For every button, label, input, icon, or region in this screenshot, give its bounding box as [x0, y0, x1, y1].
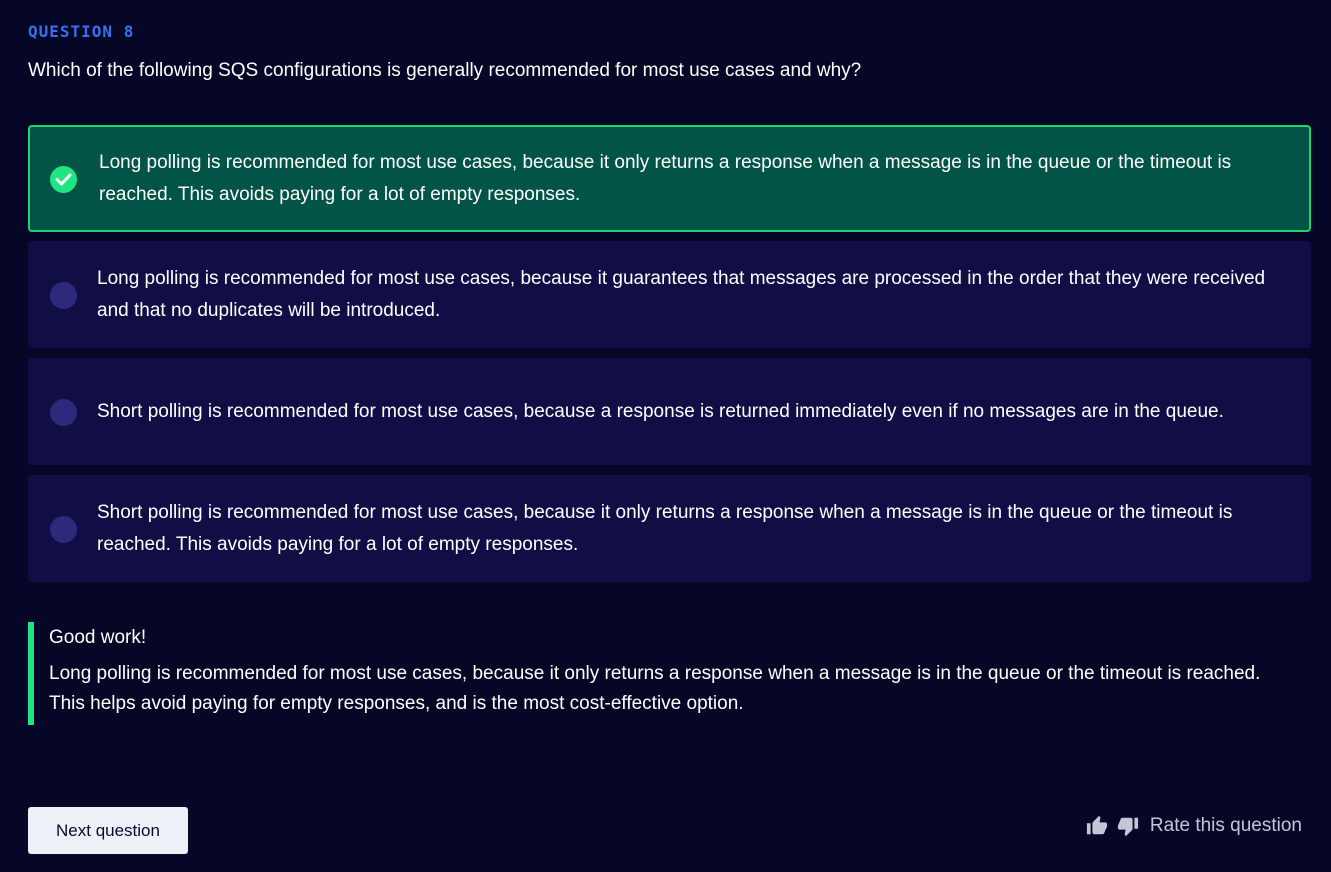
- answer-option-3[interactable]: Short polling is recommended for most us…: [28, 358, 1311, 465]
- radio-circle-icon: [50, 398, 77, 426]
- answer-option-2[interactable]: Long polling is recommended for most use…: [28, 241, 1311, 348]
- question-text: Which of the following SQS configuration…: [28, 60, 862, 81]
- thumbs-down-icon[interactable]: [1117, 815, 1139, 837]
- answer-option-text: Short polling is recommended for most us…: [97, 400, 1224, 422]
- answer-option-4[interactable]: Short polling is recommended for most us…: [28, 475, 1311, 582]
- answer-option-1[interactable]: Long polling is recommended for most use…: [28, 125, 1311, 232]
- question-number: QUESTION 8: [28, 22, 135, 41]
- check-circle-icon: [50, 165, 77, 193]
- feedback-title: Good work!: [49, 627, 147, 648]
- radio-circle-icon: [50, 281, 77, 309]
- feedback-explanation: Long polling is recommended for most use…: [49, 663, 1261, 714]
- rate-question: Rate this question: [1086, 815, 1302, 837]
- answer-option-text: Short polling is recommended for most us…: [97, 502, 1233, 555]
- rate-question-label[interactable]: Rate this question: [1150, 815, 1302, 837]
- radio-circle-icon: [50, 515, 77, 543]
- thumbs-up-icon[interactable]: [1086, 815, 1108, 837]
- feedback-panel: Good work! Long polling is recommended f…: [28, 622, 1298, 725]
- quiz-page: QUESTION 8 Which of the following SQS co…: [0, 0, 1331, 872]
- answer-options: Long polling is recommended for most use…: [28, 125, 1311, 592]
- next-question-button[interactable]: Next question: [28, 807, 188, 854]
- answer-option-text: Long polling is recommended for most use…: [97, 268, 1266, 321]
- answer-option-text: Long polling is recommended for most use…: [99, 152, 1232, 205]
